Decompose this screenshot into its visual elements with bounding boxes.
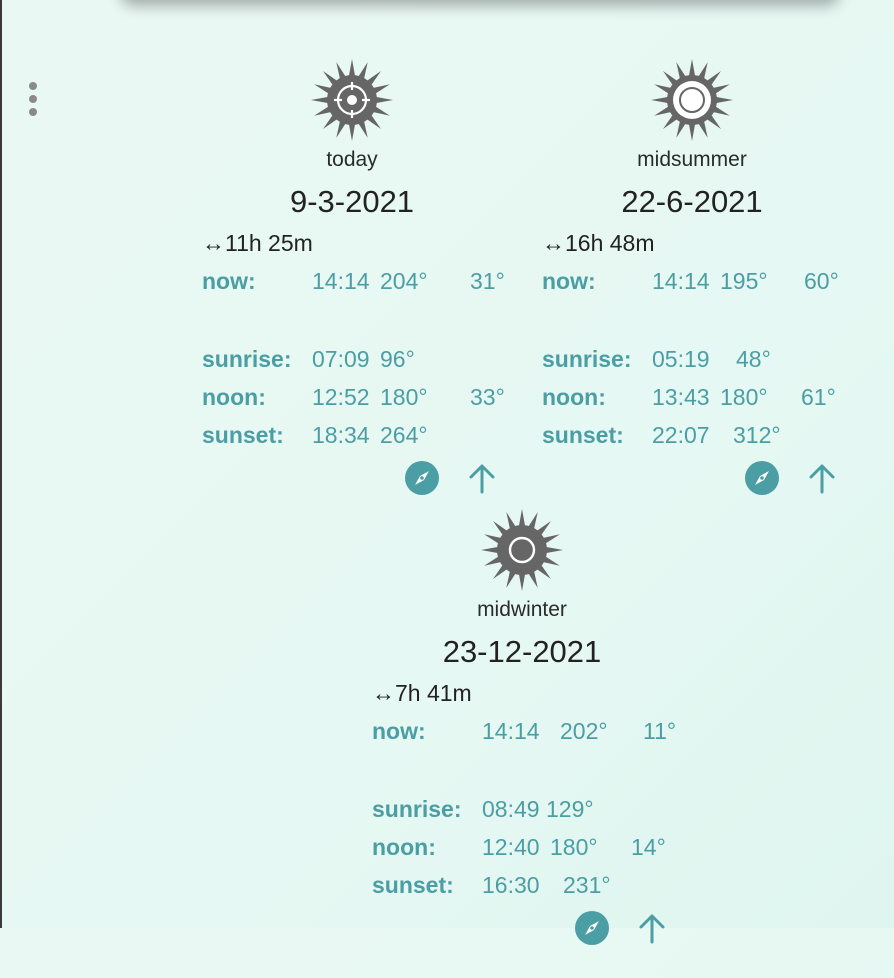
row-azimuth: 204° (380, 268, 428, 294)
more-vertical-icon[interactable] (26, 82, 40, 116)
row-time: 07:09 (312, 346, 370, 372)
compass-icon[interactable] (744, 460, 780, 496)
row-time: 05:19 (652, 346, 710, 372)
row-time: 12:52 (312, 384, 370, 410)
sun-ring-icon (651, 59, 733, 141)
row-azimuth: 180° (550, 834, 598, 860)
row-time: 14:14 (312, 268, 370, 294)
row-label: sunset: (372, 872, 454, 898)
row-label: noon: (372, 834, 436, 860)
row-time: 14:14 (652, 268, 710, 294)
sun-crosshair-icon (311, 59, 393, 141)
row-azimuth: 312° (733, 422, 781, 448)
row-time: 08:49 (482, 796, 540, 822)
row-elevation: 11° (643, 718, 677, 744)
row-time: 13:43 (652, 384, 710, 410)
row-elevation: 61° (801, 384, 836, 410)
row-label: now: (202, 268, 256, 294)
row-label: sunrise: (542, 346, 632, 372)
row-time: 14:14 (482, 718, 540, 744)
row-azimuth: 264° (380, 422, 428, 448)
compass-icon[interactable] (404, 460, 440, 496)
card-label: today (326, 148, 378, 171)
card-date: 9-3-2021 (289, 184, 415, 219)
row-label: now: (372, 718, 426, 744)
row-azimuth: 96° (380, 346, 415, 372)
row-azimuth: 231° (563, 872, 611, 898)
row-azimuth: 180° (720, 384, 768, 410)
row-time: 12:40 (482, 834, 540, 860)
card-label: midwinter (477, 598, 567, 621)
sun-card-midwinter: midwinter 23-12-2021 ↔7h 41m now: 14:14 … (372, 508, 692, 978)
row-azimuth: 48° (736, 346, 771, 372)
row-label: noon: (202, 384, 266, 410)
row-azimuth: 129° (546, 796, 594, 822)
day-length: ↔11h 25m (202, 230, 313, 256)
row-label: sunset: (542, 422, 624, 448)
day-length: ↔16h 48m (542, 230, 655, 256)
row-time: 16:30 (482, 872, 540, 898)
row-label: sunrise: (372, 796, 462, 822)
row-label: now: (542, 268, 596, 294)
row-azimuth: 180° (380, 384, 428, 410)
row-time: 18:34 (312, 422, 370, 448)
row-label: sunset: (202, 422, 284, 448)
row-label: noon: (542, 384, 606, 410)
compass-icon[interactable] (574, 910, 610, 946)
row-time: 22:07 (652, 422, 710, 448)
window-edge (0, 0, 2, 928)
row-label: sunrise: (202, 346, 292, 372)
row-azimuth: 195° (720, 268, 768, 294)
arrow-up-icon[interactable] (634, 910, 670, 946)
card-date: 23-12-2021 (442, 634, 602, 669)
row-elevation: 14° (631, 834, 666, 860)
row-elevation: 31° (470, 268, 505, 294)
arrow-up-icon[interactable] (464, 460, 500, 496)
card-date: 22-6-2021 (621, 184, 763, 219)
row-elevation: 33° (470, 384, 505, 410)
row-elevation: 60° (804, 268, 839, 294)
card-label: midsummer (637, 148, 747, 171)
arrow-up-icon[interactable] (804, 460, 840, 496)
sun-ring-icon (481, 509, 563, 591)
row-azimuth: 202° (560, 718, 608, 744)
sun-card-midsummer: midsummer 22-6-2021 ↔16h 48m now: 14:14 … (542, 58, 862, 528)
day-length: ↔7h 41m (372, 680, 472, 706)
sun-card-today: today 9-3-2021 ↔11h 25m now: 14:14 204° … (202, 58, 522, 528)
